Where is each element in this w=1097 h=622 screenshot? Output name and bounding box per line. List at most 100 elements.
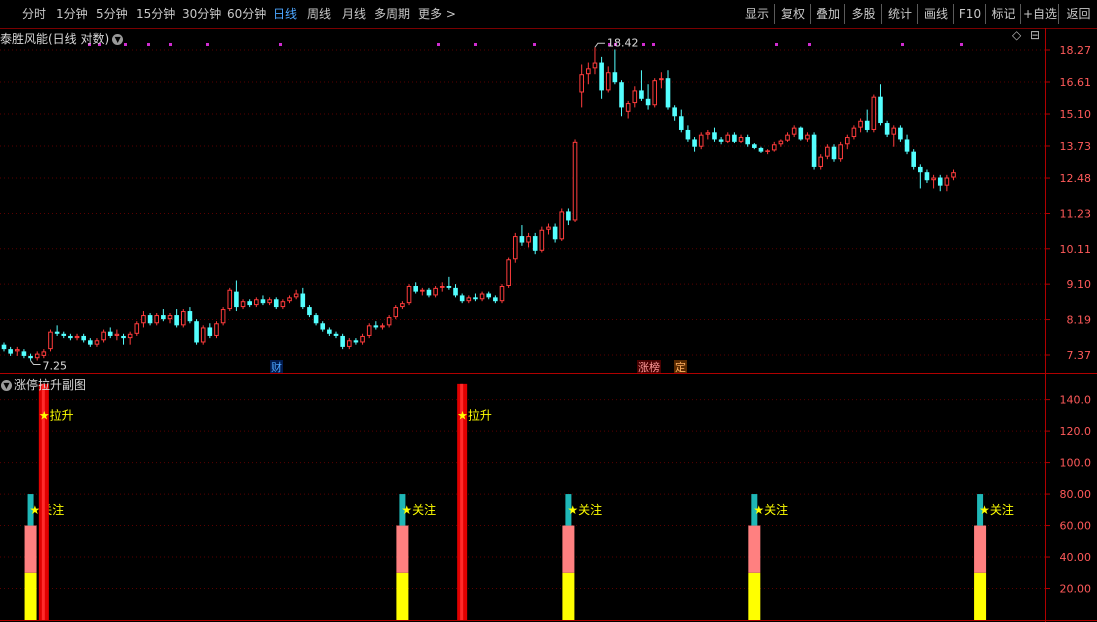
candle: [68, 335, 73, 339]
candle: [532, 236, 538, 251]
marker-dot: [808, 43, 811, 46]
signal-bar-pink: [974, 525, 987, 573]
candle: [101, 331, 106, 341]
candle: [652, 80, 658, 106]
lasheng-label: ★拉升: [457, 407, 492, 422]
marker-ding: 定: [675, 360, 686, 374]
candle: [844, 137, 850, 145]
candle: [240, 301, 246, 308]
candle: [586, 68, 591, 75]
candle: [459, 295, 465, 302]
candle: [180, 311, 186, 326]
candle: [167, 315, 173, 320]
candle: [672, 107, 677, 117]
candle: [619, 82, 624, 108]
main-chart-title: 泰胜风能(日线 对数): [0, 32, 110, 46]
low-label: 7.25: [43, 360, 67, 373]
candle: [21, 351, 27, 356]
chevron-down-icon[interactable]: ▼: [1, 380, 12, 391]
marker-dot: [279, 43, 282, 46]
signal-bar-pink: [562, 525, 575, 573]
candle: [200, 327, 206, 343]
candle: [433, 287, 438, 296]
chevron-down-icon[interactable]: ▼: [112, 34, 124, 45]
candle: [811, 134, 817, 167]
candle: [48, 331, 53, 350]
sub-y-tick-label: 120.0: [1060, 425, 1092, 438]
candle: [214, 323, 219, 336]
marker-dot: [206, 43, 209, 46]
sub-y-tick-label: 140.0: [1060, 394, 1092, 407]
candle: [771, 144, 777, 151]
y-tick-label: 15.10: [1060, 108, 1092, 121]
y-tick-label: 12.48: [1060, 172, 1092, 185]
y-tick-label: 11.23: [1060, 208, 1092, 221]
marker-dot: [437, 43, 440, 46]
candle: [273, 299, 279, 308]
candle: [207, 327, 213, 336]
guanzhu-label: ★关注: [567, 502, 602, 517]
candle: [360, 335, 365, 343]
candle: [698, 134, 704, 147]
candle: [28, 355, 33, 359]
candle: [937, 177, 943, 186]
candle: [639, 90, 644, 99]
candle: [420, 289, 425, 292]
candle: [659, 78, 664, 81]
candle: [234, 291, 239, 308]
candle: [380, 325, 385, 328]
candle: [891, 127, 897, 135]
candle: [307, 307, 312, 316]
diamond-icon[interactable]: ◇: [1012, 28, 1021, 42]
candle: [539, 229, 545, 251]
candle: [632, 90, 638, 104]
marker-zhangbang: 涨榜: [638, 360, 660, 374]
signal-bar-yellow: [562, 572, 575, 620]
candle: [141, 315, 146, 324]
candle: [34, 353, 40, 359]
candle: [114, 333, 120, 336]
candle: [752, 144, 757, 148]
candle: [745, 137, 750, 145]
candle: [904, 139, 910, 152]
candle: [267, 299, 272, 304]
candle: [121, 335, 126, 339]
candle: [54, 331, 60, 334]
marker-dot: [652, 43, 655, 46]
candle: [327, 329, 332, 334]
candle: [293, 293, 299, 298]
candle: [260, 299, 266, 304]
marker-cai: 财: [271, 360, 282, 374]
low-pointer: [30, 360, 41, 366]
candle: [1, 344, 7, 350]
candle: [732, 134, 737, 142]
candle: [546, 226, 551, 230]
candle: [951, 172, 956, 178]
candle: [320, 323, 326, 330]
candle: [154, 315, 160, 324]
candle: [187, 311, 193, 322]
candle: [605, 72, 611, 91]
sub-y-tick-label: 20.00: [1060, 583, 1092, 596]
candle: [247, 301, 252, 306]
candle: [765, 150, 770, 152]
candle: [579, 74, 584, 93]
candle: [572, 141, 578, 221]
y-tick-label: 8.19: [1067, 314, 1092, 327]
settings-icon[interactable]: ⊟: [1030, 28, 1040, 42]
candle: [645, 98, 651, 106]
sub-y-tick-label: 80.00: [1060, 488, 1092, 501]
guanzhu-label: ★关注: [979, 502, 1014, 517]
candle: [924, 172, 930, 181]
candle: [227, 289, 233, 310]
marker-dot: [775, 43, 778, 46]
candle: [479, 293, 485, 300]
candle: [785, 134, 790, 141]
candle: [161, 315, 166, 320]
y-tick-label: 18.27: [1060, 44, 1092, 57]
candle: [864, 120, 870, 130]
candle: [346, 340, 352, 347]
candle: [88, 340, 93, 345]
candle: [592, 62, 598, 69]
candle: [898, 127, 903, 140]
